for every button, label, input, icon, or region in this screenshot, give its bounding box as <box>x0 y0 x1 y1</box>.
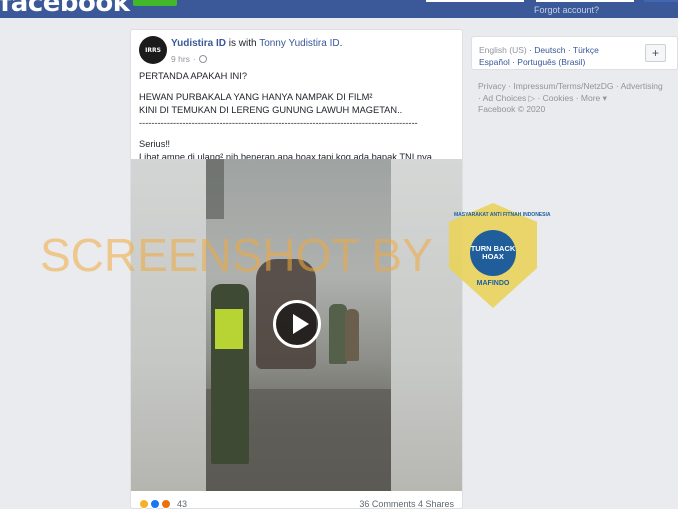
badge-center-text: TURN BACK HOAX <box>470 244 516 261</box>
video-tree <box>206 159 224 219</box>
with-text: is with <box>226 38 260 49</box>
add-language-button[interactable]: + <box>645 44 666 62</box>
author-name-link[interactable]: Yudistira ID <box>171 38 226 49</box>
language-link[interactable]: Español <box>479 57 510 67</box>
video-player[interactable] <box>131 159 462 491</box>
post-timestamp[interactable]: 9 hrs <box>171 54 190 64</box>
forgot-account-link[interactable]: Forgot account? <box>534 5 599 15</box>
like-reaction-icon <box>150 499 160 509</box>
password-input[interactable] <box>536 0 634 2</box>
copyright: Facebook © 2020 <box>478 104 546 114</box>
play-icon[interactable] <box>273 300 321 348</box>
footer-links: Privacy · Impressum/Terms/NetzDG · Adver… <box>478 81 673 116</box>
language-link[interactable]: Português (Brasil) <box>517 57 585 67</box>
current-language: English (US) <box>479 45 527 55</box>
language-list: English (US) · Deutsch · Türkçe Español … <box>479 45 599 67</box>
log-in-button[interactable] <box>644 0 678 2</box>
comments-link[interactable]: 36 Comments <box>359 499 415 509</box>
badge-bottom-text: MAFINDO <box>476 280 510 287</box>
avatar-text: IRRS <box>145 46 161 54</box>
badge-top-text: MASYARAKAT ANTI FITNAH INDONESIA <box>454 212 551 218</box>
footer-links-line[interactable]: · Ad Choices ▷ · Cookies · More ▾ <box>478 93 673 105</box>
language-link[interactable]: Deutsch <box>534 45 565 55</box>
globe-icon <box>198 55 207 63</box>
sign-up-button[interactable] <box>133 0 177 6</box>
language-selector: English (US) · Deutsch · Türkçe Español … <box>471 36 678 70</box>
tagged-user-link[interactable]: Tonny Yudistira ID <box>259 38 339 49</box>
watermark-text: SCREENSHOT BY <box>40 229 433 281</box>
post-body: PERTANDA APAKAH INI? HEWAN PURBAKALA YAN… <box>139 70 457 164</box>
reactions-summary[interactable]: 43 <box>139 499 187 509</box>
post-line: Serius‼ <box>139 139 171 149</box>
shares-link[interactable]: 4 Shares <box>418 499 454 509</box>
post-line: PERTANDA APAKAH INI? <box>139 71 247 81</box>
facebook-logo[interactable]: facebook <box>0 0 130 18</box>
tag-period: . <box>339 38 343 49</box>
post-line: HEWAN PURBAKALA YANG HANYA NAMPAK DI FIL… <box>139 92 373 102</box>
dot-separator: · <box>192 54 196 64</box>
top-navigation-bar: facebook Forgot account? <box>0 0 678 18</box>
post-line: KINI DI TEMUKAN DI LERENG GUNUNG LAWUH M… <box>139 105 403 115</box>
angry-reaction-icon <box>161 499 171 509</box>
engagement-counts: 36 Comments 4 Shares <box>359 499 454 509</box>
reaction-count: 43 <box>177 499 188 509</box>
video-safety-vest <box>215 309 243 349</box>
post-meta: 9 hrs · <box>171 54 207 64</box>
author-avatar[interactable]: IRRS <box>139 36 167 64</box>
wow-reaction-icon <box>139 499 149 509</box>
video-blur-right <box>391 159 462 491</box>
video-blur-left <box>131 159 206 491</box>
video-soldier <box>345 309 359 361</box>
language-link[interactable]: Türkçe <box>573 45 599 55</box>
separator-line: ----------------------------------------… <box>139 118 418 128</box>
turn-back-hoax-logo: TURN BACK HOAX <box>470 230 516 276</box>
footer-links-line[interactable]: Privacy · Impressum/Terms/NetzDG · Adver… <box>478 81 673 93</box>
post-header: Yudistira ID is with Tonny Yudistira ID. <box>171 38 342 49</box>
email-input[interactable] <box>426 0 524 2</box>
